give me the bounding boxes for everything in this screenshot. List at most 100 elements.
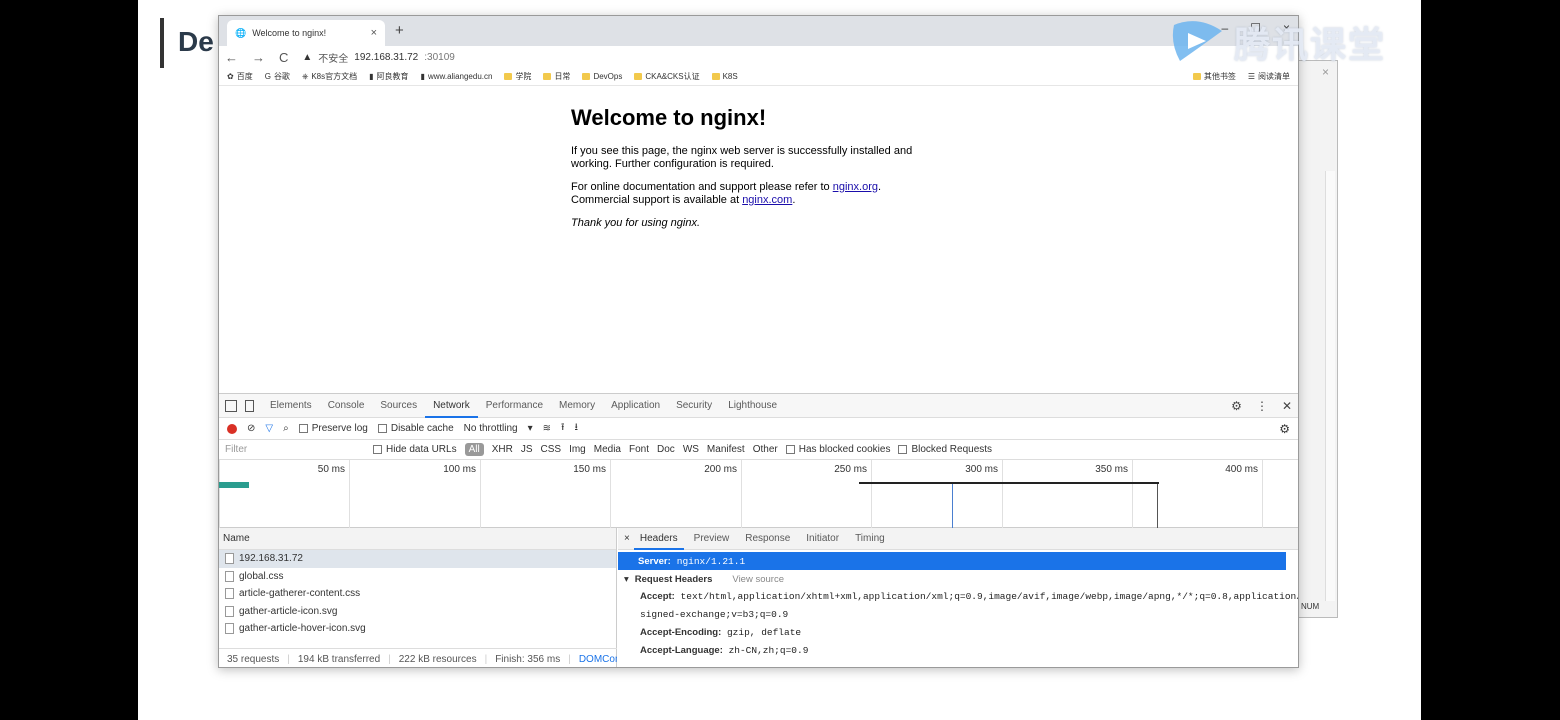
forward-button[interactable]: →	[252, 50, 265, 65]
bookmark-folder-cka[interactable]: CKA&CKS认证	[634, 71, 700, 82]
type-js[interactable]: JS	[521, 444, 533, 455]
gear-icon[interactable]: ⚙	[1231, 399, 1242, 413]
filter-input[interactable]: Filter	[225, 444, 365, 455]
timeline-tick: 400 ms	[1132, 460, 1263, 528]
close-details-icon[interactable]: ×	[624, 533, 630, 544]
tab-close-icon[interactable]: ×	[371, 27, 377, 39]
details-tabs: × Headers Preview Response Initiator Tim…	[618, 528, 1298, 550]
tab-security[interactable]: Security	[668, 394, 720, 418]
more-icon[interactable]: ⋮	[1256, 399, 1268, 413]
type-manifest[interactable]: Manifest	[707, 444, 745, 455]
device-toolbar-icon[interactable]	[245, 399, 254, 412]
preserve-log-checkbox[interactable]: Preserve log	[298, 423, 368, 434]
wifi-icon[interactable]: ≋	[543, 423, 551, 434]
timeline-tick: 350 ms	[1002, 460, 1132, 528]
address-input[interactable]: ▲ 不安全 192.168.31.72:30109	[302, 50, 454, 65]
tab-network[interactable]: Network	[425, 394, 478, 418]
table-row[interactable]: gather-article-hover-icon.svg	[219, 620, 616, 638]
network-overview-timeline[interactable]: 50 ms 100 ms 150 ms 200 ms 250 ms 300 ms…	[219, 460, 1298, 528]
docs-paragraph: For online documentation and support ple…	[571, 181, 882, 206]
header-row: Accept-Encoding: gzip, deflate	[640, 627, 802, 638]
bookmark-other[interactable]: 其他书签	[1192, 71, 1236, 82]
import-icon[interactable]: ⭱	[561, 420, 565, 437]
header-row: Accept: text/html,application/xhtml+xml,…	[640, 591, 1299, 602]
type-img[interactable]: Img	[569, 444, 586, 455]
clear-icon[interactable]: ⊘	[247, 423, 255, 434]
search-icon[interactable]: ⌕	[283, 423, 289, 434]
network-settings-icon[interactable]: ⚙	[1279, 422, 1298, 436]
warning-icon: ▲	[302, 51, 313, 63]
header-row: signed-exchange;v=b3;q=0.9	[640, 609, 789, 620]
name-column-header[interactable]: Name	[219, 528, 616, 550]
bookmark-aliangedu[interactable]: ▮ www.aliangedu.cn	[421, 72, 493, 81]
export-icon[interactable]: ⭳	[575, 420, 579, 437]
table-row[interactable]: global.css	[219, 568, 616, 586]
type-other[interactable]: Other	[753, 444, 778, 455]
network-summary: 35 requests | 194 kB transferred | 222 kB …	[219, 648, 617, 667]
new-tab-button[interactable]: +	[395, 22, 404, 39]
network-toolbar: ⊘ ▽ ⌕ Preserve log Disable cache No thro…	[219, 418, 1298, 440]
view-source-link[interactable]: View source	[732, 574, 784, 585]
filter-bar: Filter Hide data URLs All XHR JS CSS Img…	[219, 440, 1298, 460]
document-icon	[225, 553, 234, 565]
hide-data-urls-checkbox[interactable]: Hide data URLs	[373, 444, 457, 455]
insecure-label: 不安全	[318, 53, 349, 65]
browser-tab[interactable]: 🌐 Welcome to nginx! ×	[227, 20, 385, 46]
tab-console[interactable]: Console	[320, 394, 373, 418]
type-font[interactable]: Font	[629, 444, 649, 455]
load-event-line	[1157, 484, 1158, 528]
record-icon[interactable]	[227, 423, 237, 434]
table-row[interactable]: 192.168.31.72	[219, 550, 616, 568]
request-headers-section[interactable]: ▾ Request Headers View source	[618, 570, 1298, 588]
nginx-com-link[interactable]: nginx.com	[742, 194, 792, 206]
tab-application[interactable]: Application	[603, 394, 668, 418]
tab-performance[interactable]: Performance	[478, 394, 551, 418]
tab-response[interactable]: Response	[739, 528, 796, 550]
tab-initiator[interactable]: Initiator	[800, 528, 845, 550]
tab-timing[interactable]: Timing	[849, 528, 891, 550]
bookmark-folder-k8s[interactable]: K8S	[711, 72, 738, 81]
tab-elements[interactable]: Elements	[262, 394, 320, 418]
background-scrollbar[interactable]	[1325, 171, 1335, 601]
inspect-element-icon[interactable]	[225, 399, 237, 412]
table-row[interactable]: gather-article-icon.svg	[219, 603, 616, 621]
reload-button[interactable]: C	[279, 50, 288, 65]
tab-lighthouse[interactable]: Lighthouse	[720, 394, 785, 418]
bookmark-google[interactable]: G 谷歌	[265, 71, 290, 82]
bookmark-folder-richang[interactable]: 日常	[543, 71, 570, 82]
tab-preview[interactable]: Preview	[688, 528, 736, 550]
tab-sources[interactable]: Sources	[372, 394, 425, 418]
type-doc[interactable]: Doc	[657, 444, 675, 455]
bookmark-k8s-docs[interactable]: ⎈ K8s官方文档	[302, 71, 357, 82]
back-button[interactable]: ←	[225, 50, 238, 65]
reading-list[interactable]: ☰ 阅读清单	[1248, 71, 1290, 82]
bookmark-aliang[interactable]: ▮ 阿良教育	[369, 71, 408, 82]
folder-icon	[634, 73, 643, 80]
bookmark-folder-xueyuan[interactable]: 学院	[504, 71, 531, 82]
type-css[interactable]: CSS	[541, 444, 562, 455]
nginx-org-link[interactable]: nginx.org	[833, 181, 878, 193]
filter-icon[interactable]: ▽	[265, 423, 273, 434]
type-xhr[interactable]: XHR	[492, 444, 513, 455]
tab-headers[interactable]: Headers	[633, 528, 684, 550]
blocked-requests-checkbox[interactable]: Blocked Requests	[898, 444, 992, 455]
bookmark-folder-devops[interactable]: DevOps	[582, 72, 622, 81]
url-port: :30109	[424, 51, 455, 63]
server-header-row[interactable]: Server: nginx/1.21.1	[618, 552, 1286, 570]
close-devtools-icon[interactable]: ✕	[1282, 399, 1292, 413]
type-media[interactable]: Media	[594, 444, 621, 455]
type-all[interactable]: All	[464, 443, 484, 456]
folder-icon	[1192, 73, 1201, 80]
tab-memory[interactable]: Memory	[551, 394, 603, 418]
disable-cache-checkbox[interactable]: Disable cache	[377, 423, 454, 434]
chevron-down-icon[interactable]: ▾	[528, 423, 533, 434]
has-blocked-cookies-checkbox[interactable]: Has blocked cookies	[785, 444, 890, 455]
page-heading: Welcome to nginx!	[571, 105, 767, 130]
type-ws[interactable]: WS	[683, 444, 699, 455]
slide-accent-bar	[160, 18, 164, 68]
throttling-select[interactable]: No throttling	[464, 423, 518, 434]
bookmark-baidu[interactable]: ✿ 百度	[227, 71, 253, 82]
timeline-request-bar	[219, 482, 249, 488]
table-row[interactable]: article-gatherer-content.css	[219, 585, 616, 603]
triangle-down-icon: ▾	[624, 573, 629, 585]
